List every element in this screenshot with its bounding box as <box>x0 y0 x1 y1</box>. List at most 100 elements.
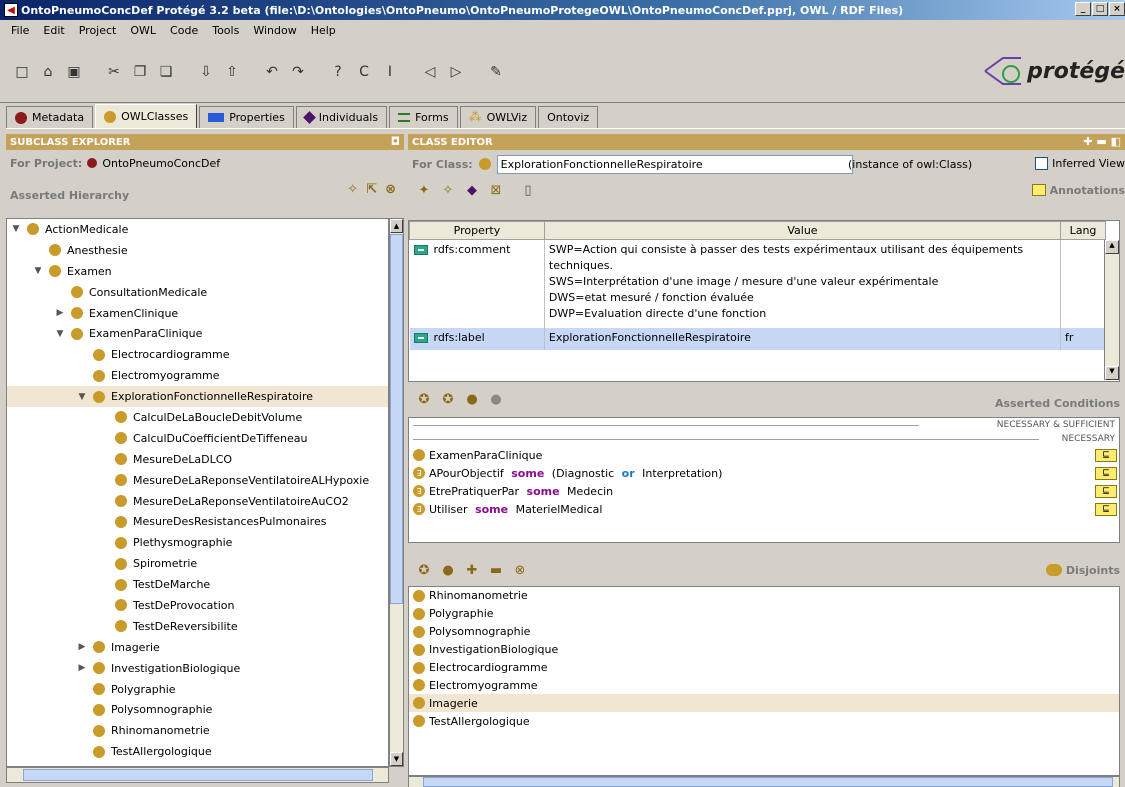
tree-node[interactable]: Spirometrie <box>7 553 388 574</box>
inferred-view-checkbox[interactable]: Inferred View <box>1035 157 1125 170</box>
disjoint-item[interactable]: Polysomnographie <box>409 623 1119 641</box>
subclass-symbol-icon[interactable]: ⊑ <box>1095 485 1117 498</box>
close-button[interactable]: × <box>1109 2 1125 16</box>
tree-node[interactable]: ConsultationMedicale <box>7 282 388 303</box>
annotation-value[interactable]: ExplorationFonctionnelleRespiratoire <box>544 327 1062 350</box>
redo-icon[interactable]: ↷ <box>288 62 308 82</box>
tree-node[interactable]: ▼ ActionMedicale <box>7 219 388 240</box>
subclass-symbol-icon[interactable]: ⊑ <box>1095 449 1117 462</box>
delete-annotation-icon[interactable]: ⊠ <box>488 182 504 198</box>
infer-icon[interactable]: I <box>380 62 400 82</box>
tree-node[interactable]: ▶ Imagerie <box>7 637 388 658</box>
tree-node[interactable]: TestDeProvocation <box>7 595 388 616</box>
tree-node[interactable]: ▶ InvestigationBiologique <box>7 658 388 679</box>
menu-file[interactable]: File <box>4 24 36 37</box>
tab-ontoviz[interactable]: Ontoviz <box>538 106 599 128</box>
collapse-toggle-icon[interactable]: ▼ <box>33 266 43 276</box>
tree-node[interactable]: Anesthesie <box>7 240 388 261</box>
tree-node[interactable]: ▼ ExamenParaClinique <box>7 323 388 344</box>
undo-icon[interactable]: ↶ <box>262 62 282 82</box>
checkbox-box[interactable] <box>1035 157 1049 170</box>
tab-owlclasses[interactable]: OWLClasses <box>95 104 198 128</box>
expand-toggle-icon[interactable]: ▶ <box>77 663 87 673</box>
tree-node[interactable]: MesureDeLaDLCO <box>7 449 388 470</box>
tree-node[interactable]: CalculDeLaBoucleDebitVolume <box>7 407 388 428</box>
create-restriction-icon[interactable]: ✪ <box>440 391 456 407</box>
column-value[interactable]: Value <box>543 221 1062 240</box>
annotation-lang[interactable] <box>1060 239 1106 328</box>
classify-icon[interactable]: C <box>354 62 374 82</box>
annotation-value[interactable]: SWP=Action qui consiste à passer des tes… <box>544 239 1062 328</box>
query-icon[interactable]: ? <box>328 62 348 82</box>
annotation-row[interactable]: rdfs:comment SWP=Action qui consiste à p… <box>409 239 1106 328</box>
conditions-list[interactable]: NECESSARY & SUFFICIENT NECESSARY ExamenP… <box>408 417 1120 543</box>
disjoints-list[interactable]: Rhinomanometrie Polygraphie Polysomnograph… <box>408 586 1120 776</box>
tree-horizontal-scrollbar[interactable] <box>6 767 389 783</box>
add-disjoint-class-icon[interactable]: ● <box>440 562 456 578</box>
new-project-icon[interactable]: □ <box>12 62 32 82</box>
annotation-row[interactable]: rdfs:label ExplorationFonctionnelleRespi… <box>409 327 1106 350</box>
annotations-scrollbar[interactable]: ▲ ▼ <box>1104 240 1119 380</box>
add-all-siblings-icon[interactable]: ✚ <box>464 562 480 578</box>
class-name-field[interactable]: ExplorationFonctionnelleRespiratoire <box>496 154 853 174</box>
view-annotation-icon[interactable]: ▯ <box>520 182 536 198</box>
cut-icon[interactable]: ✂ <box>104 62 124 82</box>
scroll-thumb[interactable] <box>23 769 373 781</box>
disjoint-item[interactable]: Imagerie <box>409 694 1119 713</box>
disjoint-item[interactable]: TestAllergologique <box>409 712 1119 730</box>
collapse-toggle-icon[interactable]: ▼ <box>77 392 87 402</box>
open-project-icon[interactable]: ⌂ <box>38 62 58 82</box>
tab-owlviz[interactable]: ⁂ OWLViz <box>459 106 537 128</box>
tree-node[interactable]: ▶ ExamenClinique <box>7 303 388 324</box>
class-tree[interactable]: ▼ ActionMedicale Anesthesie ▼ Examen Consulta… <box>6 218 389 767</box>
tree-node[interactable]: Polysomnographie <box>7 699 388 720</box>
add-named-class-icon[interactable]: ✪ <box>416 391 432 407</box>
scroll-thumb[interactable] <box>390 234 403 604</box>
remove-condition-icon[interactable]: ● <box>488 391 504 407</box>
paste-icon[interactable]: ❏ <box>156 62 176 82</box>
tree-node[interactable]: Electrocardiogramme <box>7 344 388 365</box>
tree-node[interactable]: TestDeReversibilite <box>7 616 388 637</box>
delete-disjoint-icon[interactable]: ⊗ <box>512 562 528 578</box>
editor-horizontal-scrollbar[interactable] <box>408 776 1120 787</box>
tree-node[interactable]: ▼ Examen <box>7 261 388 282</box>
tab-properties[interactable]: Properties <box>199 106 294 128</box>
condition-row[interactable]: ∃ APourObjectif some (Diagnostic or Inter… <box>409 464 1119 482</box>
menu-owl[interactable]: OWL <box>123 24 163 37</box>
add-resource-annotation-icon[interactable]: ◆ <box>464 182 480 198</box>
scroll-down-arrow-icon[interactable]: ▼ <box>1105 366 1119 380</box>
tree-node[interactable]: Polygraphie <box>7 679 388 700</box>
menu-help[interactable]: Help <box>304 24 343 37</box>
tree-node[interactable]: TestAllergologique <box>7 741 388 762</box>
subclass-symbol-icon[interactable]: ⊑ <box>1095 467 1117 480</box>
disjoint-item[interactable]: Electrocardiogramme <box>409 659 1119 677</box>
menu-project[interactable]: Project <box>72 24 124 37</box>
add-disjoint-icon[interactable]: ✪ <box>416 562 432 578</box>
create-sibling-icon[interactable]: ⇱ <box>366 182 377 197</box>
menu-edit[interactable]: Edit <box>36 24 71 37</box>
condition-row[interactable]: ∃ EtrePratiquerPar some Medecin ⊑ <box>409 482 1119 500</box>
tree-node[interactable]: MesureDeLaReponseVentilatoireALHypoxie <box>7 470 388 491</box>
delete-class-icon[interactable]: ⊗ <box>385 182 396 197</box>
tree-node[interactable]: ▼ ExplorationFonctionnelleRespiratoire <box>7 386 388 408</box>
forward-icon[interactable]: ▷ <box>446 62 466 82</box>
tree-node[interactable]: Plethysmographie <box>7 532 388 553</box>
tree-node[interactable]: Electromyogramme <box>7 365 388 386</box>
tab-forms[interactable]: Forms <box>389 106 458 128</box>
maximize-button[interactable]: □ <box>1092 2 1108 16</box>
tree-node[interactable]: TestDeMarche <box>7 574 388 595</box>
disjoint-item[interactable]: Rhinomanometrie <box>409 587 1119 605</box>
add-class-icon[interactable]: ● <box>464 391 480 407</box>
copy-icon[interactable]: ❐ <box>130 62 150 82</box>
disjoint-item[interactable]: Electromyogramme <box>409 676 1119 694</box>
export-icon[interactable]: ⇧ <box>222 62 242 82</box>
tree-node[interactable]: MesureDesResistancesPulmonaires <box>7 511 388 532</box>
condition-row[interactable]: ∃ Utiliser some MaterielMedical ⊑ <box>409 500 1119 518</box>
save-project-icon[interactable]: ▣ <box>64 62 84 82</box>
tree-node[interactable]: Rhinomanometrie <box>7 720 388 741</box>
tree-vertical-scrollbar[interactable]: ▲ ▼ <box>389 218 404 767</box>
condition-row[interactable]: ExamenParaClinique ⊑ <box>409 446 1119 464</box>
add-annotation-icon[interactable]: ✦ <box>416 182 432 198</box>
expand-toggle-icon[interactable]: ▶ <box>55 308 65 318</box>
tree-node[interactable]: CalculDuCoefficientDeTiffeneau <box>7 428 388 449</box>
